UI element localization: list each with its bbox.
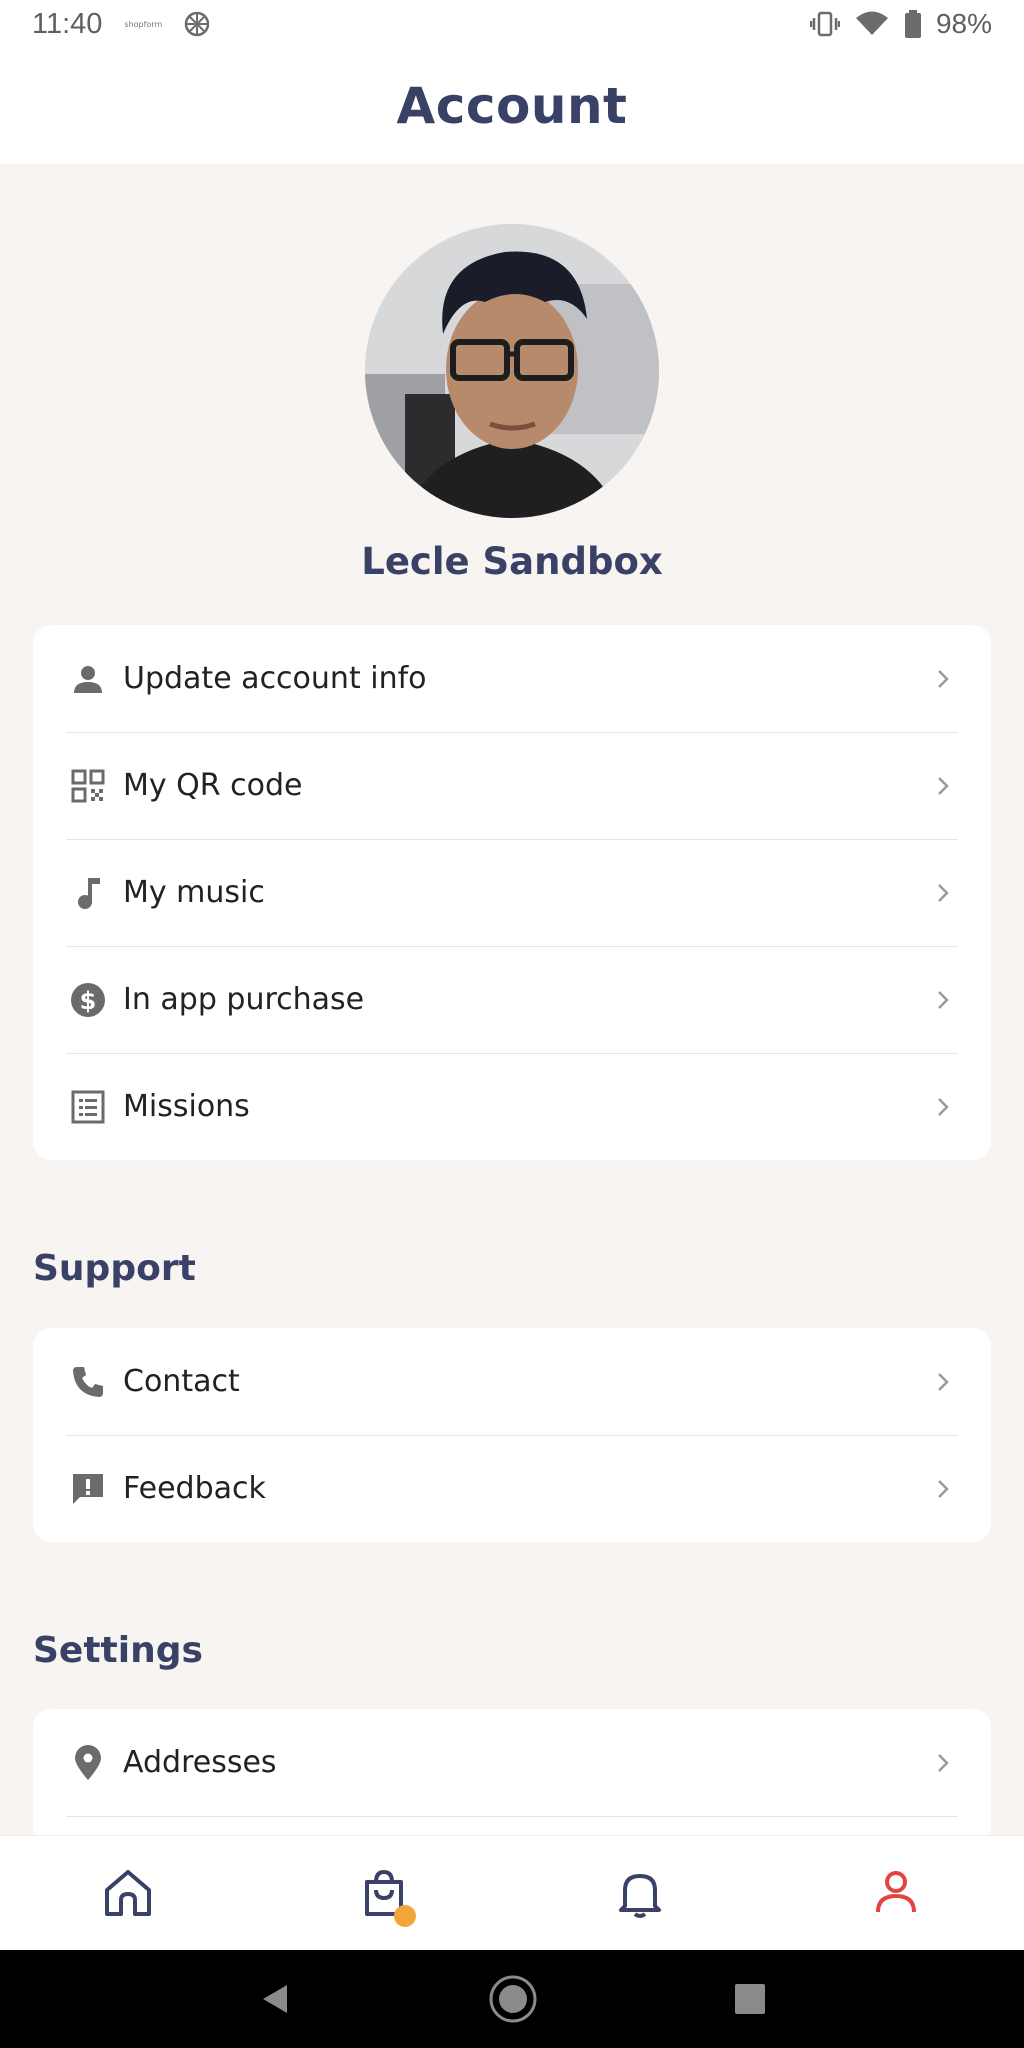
page-title: Account <box>396 77 628 135</box>
support-section-title: Support <box>33 1248 196 1289</box>
status-bar: 11:40 shopform 98% <box>0 0 1024 48</box>
nav-home[interactable] <box>88 1853 168 1933</box>
menu-item-addresses[interactable]: Addresses <box>33 1709 991 1816</box>
battery-percent: 98% <box>935 8 992 39</box>
menu-item-label: Update account info <box>123 661 427 696</box>
menu-item-in-app-purchase[interactable]: $ In app purchase <box>33 946 991 1053</box>
account-screen: 11:40 shopform 98% Account Lecle Sandbox… <box>0 0 1024 2048</box>
chevron-right-icon <box>938 1753 949 1772</box>
feedback-icon <box>68 1469 108 1509</box>
home-icon <box>105 1870 151 1916</box>
menu-item-label: My music <box>123 875 265 910</box>
menu-item-contact[interactable]: Contact <box>33 1328 991 1435</box>
chevron-right-icon <box>938 990 949 1009</box>
back-icon[interactable] <box>257 1981 293 2017</box>
menu-item-label: My QR code <box>123 768 303 803</box>
bottom-navigation <box>0 1835 1024 1950</box>
menu-item-feedback[interactable]: Feedback <box>33 1435 991 1542</box>
vibrate-icon <box>809 11 840 37</box>
music-note-icon <box>68 873 108 913</box>
menu-item-label: Missions <box>123 1089 250 1124</box>
chevron-right-icon <box>938 1479 949 1498</box>
svg-text:$: $ <box>80 987 97 1015</box>
menu-item-my-music[interactable]: My music <box>33 839 991 946</box>
nav-notifications[interactable] <box>600 1853 680 1933</box>
recents-icon[interactable] <box>733 1982 767 2016</box>
chevron-right-icon <box>938 1097 949 1116</box>
battery-icon <box>904 10 921 38</box>
support-card: Contact Feedback <box>33 1328 991 1542</box>
chevron-right-icon <box>938 1372 949 1391</box>
menu-item-label: Addresses <box>123 1745 277 1780</box>
header: Account <box>0 48 1024 164</box>
qr-code-icon <box>68 766 108 806</box>
system-navigation-bar <box>0 1950 1024 2048</box>
menu-item-label: Feedback <box>123 1471 266 1506</box>
app-notification-icon <box>185 11 210 37</box>
status-app-tag: shopform <box>124 19 163 29</box>
bell-icon <box>619 1874 661 1918</box>
profile-name: Lecle Sandbox <box>361 540 663 583</box>
profile-icon <box>876 1871 916 1913</box>
settings-section-title: Settings <box>33 1630 203 1671</box>
cart-badge-dot <box>394 1905 416 1927</box>
phone-icon <box>68 1362 108 1402</box>
home-circle-icon[interactable] <box>488 1974 538 2024</box>
account-menu-card: Update account info My QR code My music … <box>33 625 991 1160</box>
menu-item-label: Contact <box>123 1364 240 1399</box>
menu-item-my-qr-code[interactable]: My QR code <box>33 732 991 839</box>
list-icon <box>68 1087 108 1127</box>
menu-item-update-account-info[interactable]: Update account info <box>33 625 991 732</box>
nav-shopping-bag[interactable] <box>344 1853 424 1933</box>
nav-profile[interactable] <box>856 1853 936 1933</box>
chevron-right-icon <box>938 883 949 902</box>
avatar[interactable] <box>365 224 659 518</box>
person-icon <box>68 659 108 699</box>
location-pin-icon <box>68 1743 108 1783</box>
chevron-right-icon <box>938 776 949 795</box>
menu-item-missions[interactable]: Missions <box>33 1053 991 1160</box>
wifi-icon <box>855 11 888 35</box>
dollar-circle-icon: $ <box>68 980 108 1020</box>
status-time: 11:40 <box>32 7 103 40</box>
settings-card: Addresses <box>33 1709 991 1849</box>
avatar-photo <box>365 224 659 518</box>
chevron-right-icon <box>938 669 949 688</box>
menu-item-label: In app purchase <box>123 982 365 1017</box>
